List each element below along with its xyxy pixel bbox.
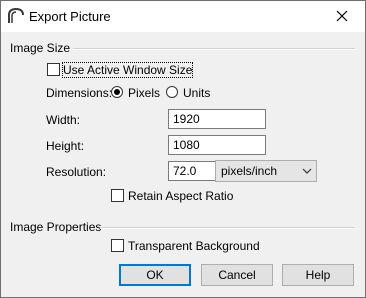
- export-picture-dialog: Export Picture Image Size Use Active Win…: [0, 0, 366, 298]
- chevron-down-icon: [302, 168, 312, 174]
- image-properties-section-label: Image Properties: [10, 220, 102, 234]
- cancel-button[interactable]: Cancel: [201, 264, 273, 286]
- app-logo-icon: [7, 7, 25, 24]
- help-button[interactable]: Help: [282, 264, 354, 286]
- image-size-divider: [73, 48, 355, 50]
- radio-selected-dot: [114, 89, 120, 95]
- units-radio[interactable]: [166, 86, 178, 98]
- image-size-section-label: Image Size: [10, 41, 71, 55]
- height-label: Height:: [46, 139, 85, 153]
- pixels-radio[interactable]: [111, 86, 123, 98]
- image-properties-divider: [100, 227, 355, 229]
- retain-aspect-checkbox[interactable]: [111, 189, 124, 202]
- retain-aspect-label[interactable]: Retain Aspect Ratio: [128, 189, 233, 203]
- transparent-background-checkbox[interactable]: [111, 239, 124, 252]
- resolution-unit-select[interactable]: pixels/inch: [215, 160, 317, 182]
- use-active-window-checkbox[interactable]: [47, 63, 60, 76]
- pixels-radio-label[interactable]: Pixels: [128, 86, 160, 100]
- use-active-window-label[interactable]: Use Active Window Size: [61, 62, 194, 78]
- close-button[interactable]: [319, 1, 365, 32]
- window-title: Export Picture: [29, 9, 111, 24]
- units-radio-label[interactable]: Units: [183, 86, 210, 100]
- dimensions-label: Dimensions:: [46, 86, 113, 100]
- width-input[interactable]: 1920: [168, 109, 266, 129]
- width-label: Width:: [46, 113, 81, 127]
- title-bar[interactable]: Export Picture: [1, 1, 365, 32]
- height-input[interactable]: 1080: [168, 135, 266, 155]
- ok-button[interactable]: OK: [119, 264, 191, 286]
- resolution-unit-value: pixels/inch: [221, 164, 278, 178]
- transparent-background-label[interactable]: Transparent Background: [128, 239, 260, 253]
- close-icon: [336, 10, 348, 22]
- resolution-label: Resolution:: [46, 165, 107, 179]
